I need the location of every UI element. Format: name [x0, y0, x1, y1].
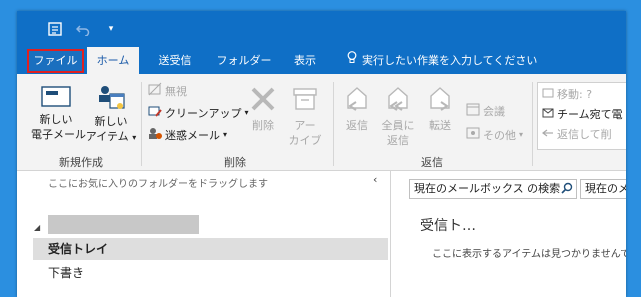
archive-label-1: アー	[294, 119, 316, 132]
lightbulb-icon	[347, 47, 357, 74]
archive-button[interactable]: アー カイブ	[283, 84, 327, 148]
mail-list-pane: 現在のメールボックス の検索 現在のメ 受信ト… ここに表示するアイテムは見つか…	[392, 171, 626, 297]
reply-all-label-2: 返信	[387, 134, 409, 147]
new-email-button[interactable]: 新しい 電子メール	[31, 84, 86, 142]
reply-delete-icon	[542, 127, 554, 142]
meeting-label: 会議	[483, 104, 505, 118]
send-receive-icon[interactable]	[45, 19, 65, 39]
dropdown-arrow-icon: ▾	[519, 130, 524, 139]
new-items-button[interactable]: 新しい アイテム ▾	[85, 84, 137, 145]
ignore-button[interactable]: 無視	[148, 82, 187, 99]
search-scope-dropdown[interactable]: 現在のメ	[580, 179, 626, 199]
main-content: ここにお気に入りのフォルダーをドラッグします ‹ ◢ 受信トレイ 下書き 現在の…	[17, 171, 626, 297]
title-bar: ▾	[17, 11, 626, 47]
delete-group-label: 削除	[224, 156, 246, 169]
junk-icon	[148, 126, 162, 143]
cleanup-label: クリーンアップ	[165, 106, 242, 120]
tab-view[interactable]: 表示	[285, 47, 325, 74]
reply-label: 返信	[346, 119, 368, 132]
reply-all-button[interactable]: 全員に 返信	[377, 84, 419, 148]
folder-drafts[interactable]: 下書き	[33, 262, 388, 284]
ribbon-tab-bar: ファイル ホーム 送受信 フォルダー 表示 実行したい作業を入力してください	[17, 47, 626, 74]
search-placeholder: 現在のメールボックス の検索	[414, 182, 561, 195]
delete-button[interactable]: 削除	[243, 84, 283, 133]
new-email-label-1: 新しい	[39, 113, 73, 126]
tab-folder[interactable]: フォルダー	[213, 47, 275, 74]
forward-icon	[430, 87, 450, 111]
meeting-button[interactable]: 会議	[466, 102, 505, 119]
search-input[interactable]: 現在のメールボックス の検索	[409, 179, 577, 199]
folder-pane: ここにお気に入りのフォルダーをドラッグします ‹ ◢ 受信トレイ 下書き	[17, 171, 391, 297]
delete-icon	[251, 87, 275, 111]
group-separator	[532, 82, 533, 166]
quick-step-team-email[interactable]: チーム宛て電	[542, 106, 623, 122]
quick-steps-gallery: 移動: ? チーム宛て電 返信して削	[537, 82, 626, 150]
archive-label-2: カイブ	[288, 134, 322, 147]
empty-message: ここに表示するアイテムは見つかりませんで	[432, 249, 626, 260]
collapse-pane-icon[interactable]: ‹	[373, 173, 377, 186]
more-respond-button[interactable]: その他 ▾	[466, 126, 523, 143]
forward-label: 転送	[429, 119, 451, 132]
ribbon: 新しい 電子メール 新しい アイテム ▾ 新規作成 無視 クリーンアップ ▾ 迷…	[17, 74, 626, 171]
reply-all-label-1: 全員に	[381, 119, 415, 132]
new-group-label: 新規作成	[59, 156, 103, 169]
more-icon	[466, 126, 480, 143]
dropdown-arrow-icon[interactable]: ▾	[101, 19, 121, 39]
new-email-icon	[41, 86, 71, 107]
more-label: その他	[483, 128, 516, 142]
group-separator	[333, 82, 334, 166]
dropdown-arrow-icon: ▾	[132, 133, 137, 142]
reply-all-icon	[388, 87, 408, 111]
delete-label: 削除	[252, 119, 274, 132]
quick-step-move[interactable]: 移動: ?	[542, 86, 592, 102]
ignore-icon	[148, 82, 162, 99]
new-items-label-2-text: アイテム	[85, 130, 129, 143]
junk-label: 迷惑メール	[165, 128, 220, 142]
cleanup-button[interactable]: クリーンアップ ▾	[148, 104, 248, 121]
ignore-label: 無視	[165, 84, 187, 98]
quick-step-move-label: 移動: ?	[557, 88, 593, 101]
reply-icon	[347, 87, 367, 111]
tab-home[interactable]: ホーム	[87, 47, 139, 74]
cleanup-icon	[148, 104, 162, 121]
quick-step-reply-delete[interactable]: 返信して削	[542, 126, 612, 142]
account-name-redacted[interactable]	[48, 215, 199, 234]
new-items-label-1: 新しい	[94, 115, 128, 128]
folder-inbox[interactable]: 受信トレイ	[33, 238, 388, 260]
meeting-icon	[466, 102, 480, 119]
tell-me-label: 実行したい作業を入力してください	[362, 54, 538, 67]
mail-list-title: 受信ト…	[420, 218, 476, 234]
favorites-hint: ここにお気に入りのフォルダーをドラッグします	[48, 179, 268, 190]
tell-me-box[interactable]: 実行したい作業を入力してください	[347, 47, 547, 74]
tab-file[interactable]: ファイル	[27, 49, 84, 73]
mail-icon	[542, 107, 554, 122]
search-icon[interactable]	[561, 182, 573, 200]
move-icon	[542, 87, 554, 102]
respond-group-label: 返信	[421, 156, 443, 169]
tab-send-receive[interactable]: 送受信	[149, 47, 201, 74]
forward-button[interactable]: 転送	[420, 84, 460, 133]
group-separator	[141, 82, 142, 166]
new-items-icon	[99, 86, 125, 109]
outlook-window: ▾ ファイル ホーム 送受信 フォルダー 表示 実行したい作業を入力してください…	[17, 11, 626, 297]
archive-icon	[293, 88, 317, 110]
new-email-label-2: 電子メール	[31, 128, 86, 141]
quick-step-reply-delete-label: 返信して削	[557, 128, 612, 141]
expand-triangle-icon[interactable]: ◢	[34, 223, 40, 232]
junk-button[interactable]: 迷惑メール ▾	[148, 126, 227, 143]
dropdown-arrow-icon: ▾	[223, 130, 228, 139]
undo-icon[interactable]	[73, 19, 93, 39]
new-items-label-2: アイテム ▾	[85, 129, 137, 145]
reply-button[interactable]: 返信	[337, 84, 377, 133]
quick-step-team-label: チーム宛て電	[557, 108, 623, 121]
